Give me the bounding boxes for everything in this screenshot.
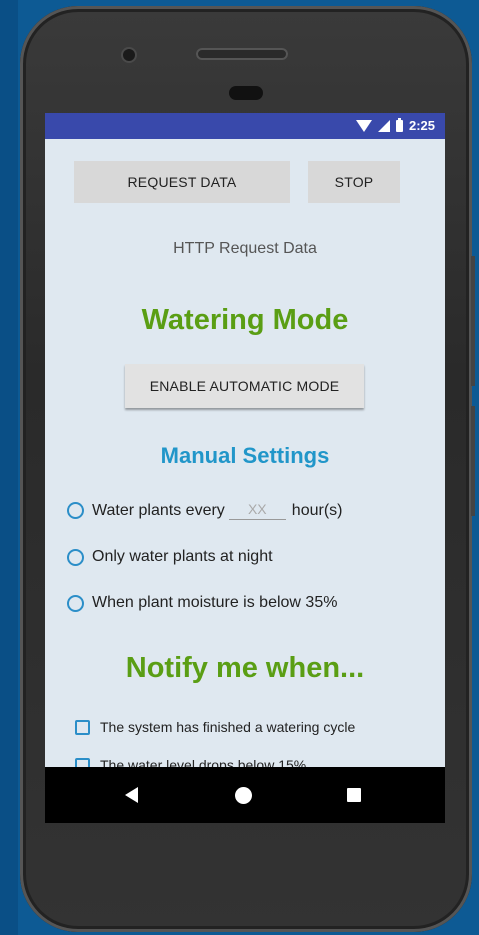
radio-night-row[interactable]: Only water plants at night <box>67 548 273 566</box>
radio-water-every-row[interactable]: Water plants every hour(s) <box>67 501 342 520</box>
hours-input[interactable] <box>228 501 286 520</box>
watering-cycle-label: The system has finished a watering cycle <box>100 719 356 735</box>
front-camera <box>123 49 135 61</box>
nav-home-icon[interactable] <box>235 787 252 804</box>
hours-suffix-label: hour(s) <box>291 501 343 519</box>
enable-automatic-mode-button[interactable]: ENABLE AUTOMATIC MODE <box>125 364 364 408</box>
navigation-bar <box>45 767 445 823</box>
status-icons: 2:25 <box>355 117 435 133</box>
status-time: 2:25 <box>408 118 435 133</box>
nav-recent-icon[interactable] <box>347 788 361 802</box>
nav-back-icon[interactable] <box>125 787 138 803</box>
volume-button <box>471 256 475 386</box>
stop-button[interactable]: STOP <box>308 161 400 203</box>
checkbox-water-level[interactable] <box>75 757 90 767</box>
radio-moisture-row[interactable]: When plant moisture is below 35% <box>67 594 337 612</box>
background-band <box>0 0 18 935</box>
earpiece-speaker <box>196 48 288 60</box>
notify-watering-cycle-row[interactable]: The system has finished a watering cycle <box>75 719 355 735</box>
night-label: Only water plants at night <box>92 548 273 565</box>
http-request-data-label: HTTP Request Data <box>173 240 317 257</box>
checkbox-watering-cycle[interactable] <box>75 719 90 735</box>
notify-water-level-row[interactable]: The water level drops below 15% <box>75 757 306 767</box>
app-content: REQUEST DATA STOP HTTP Request Data Wate… <box>45 139 445 767</box>
water-level-label: The water level drops below 15% <box>100 757 307 767</box>
radio-moisture[interactable] <box>67 594 84 612</box>
radio-water-every[interactable] <box>67 502 84 519</box>
wifi-icon <box>355 119 372 132</box>
radio-night[interactable] <box>67 548 84 566</box>
status-bar: 2:25 <box>45 113 445 139</box>
watering-mode-heading: Watering Mode <box>141 304 349 336</box>
battery-icon <box>395 117 403 132</box>
moisture-label: When plant moisture is below 35% <box>92 594 338 611</box>
request-data-button[interactable]: REQUEST DATA <box>74 161 290 203</box>
screen: 2:25 REQUEST DATA STOP HTTP Request Data… <box>45 113 445 823</box>
phone-frame: 2:25 REQUEST DATA STOP HTTP Request Data… <box>20 6 475 932</box>
power-button <box>471 406 475 516</box>
signal-icon <box>377 119 390 132</box>
water-every-label: Water plants every <box>92 501 225 519</box>
manual-settings-heading: Manual Settings <box>160 443 330 468</box>
notify-heading: Notify me when... <box>125 652 365 684</box>
proximity-sensor <box>229 86 263 100</box>
